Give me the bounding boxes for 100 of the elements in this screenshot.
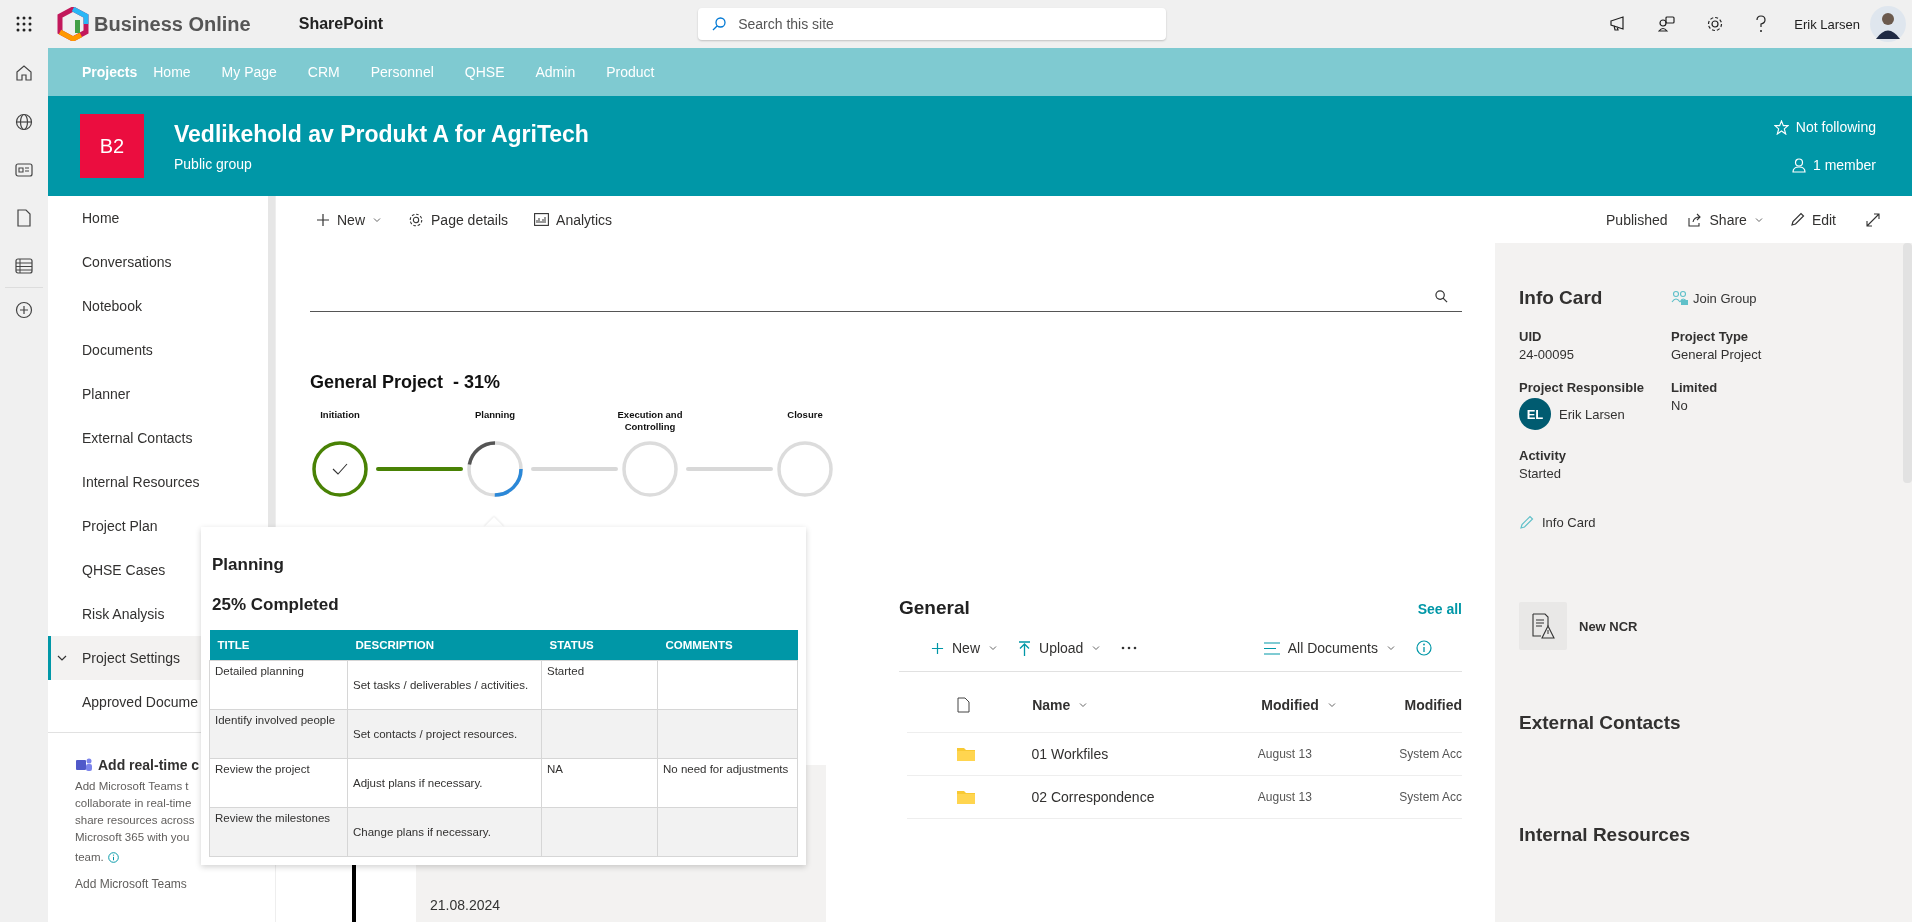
home-icon[interactable] [15,64,33,82]
share-icon [1687,212,1703,227]
nav-item[interactable]: Notebook [48,284,268,328]
step-label: Planning [473,409,517,421]
table-cell: NA [547,763,563,775]
field-value: No [1671,398,1689,413]
info-icon[interactable] [1416,640,1432,656]
avatar-icon[interactable] [1870,6,1906,42]
promo-title: Add real-time c [98,757,200,773]
members-button[interactable]: 1 member [1791,157,1876,173]
chevron-down-icon [1091,643,1102,653]
nav-item[interactable]: Planner [48,372,268,416]
chat-icon[interactable] [1658,16,1677,32]
new-button[interactable]: New [931,640,998,656]
globe-icon[interactable] [15,113,33,131]
nav-item[interactable]: External Contacts [48,416,268,460]
add-teams-link[interactable]: Add Microsoft Teams [75,877,187,891]
file-icon[interactable] [16,209,32,227]
info-icon[interactable] [107,852,119,863]
file-name[interactable]: 02 Correspondence [1015,789,1258,805]
search-field[interactable]: Search this site [698,8,1167,40]
edit-button[interactable]: Edit [1789,211,1836,228]
logo-icon [56,7,90,41]
table-cell: Set tasks / deliverables / activities. [353,679,529,691]
settings-icon[interactable] [1706,15,1725,33]
info-card-title: Info Card [1519,287,1604,309]
new-button[interactable]: New [316,211,382,228]
section-title: Internal Resources [1519,824,1692,846]
field-value: Started [1519,466,1562,481]
join-group-link[interactable]: Join Group [1671,290,1757,306]
modified-by: System Acc [1399,790,1462,804]
teams-icon [75,757,93,773]
field-label: Project Type [1671,329,1750,344]
column-header: STATUS [541,630,658,661]
column-header[interactable]: Name [1016,697,1262,713]
chevron-down-icon [1386,643,1396,653]
promo-text: team. [75,850,104,865]
news-icon[interactable] [15,162,33,178]
pencil-icon [1789,212,1805,227]
nav-item[interactable]: Conversations [48,240,268,284]
person-name: Erik Larsen [1559,406,1625,422]
timeline-date: 21.08.2024 [430,897,501,913]
see-all-link[interactable]: See all [1417,601,1462,617]
chevron-down-icon [988,643,998,653]
chart-icon [534,213,550,226]
analytics-button[interactable]: Analytics [534,211,613,228]
share-button[interactable]: Share [1687,211,1764,228]
modified-date: August 13 [1257,747,1313,761]
view-selector[interactable]: All Documents [1263,640,1396,656]
table-cell: Started [547,665,585,677]
table-cell: No need for adjustments [663,763,789,775]
file-type-icon [957,697,970,713]
scrollbar[interactable] [1903,243,1912,483]
folder-icon [957,790,975,804]
section-title: External Contacts [1519,712,1682,734]
file-name[interactable]: 01 Workfiles [1015,746,1258,762]
product-name[interactable]: SharePoint [298,15,384,33]
nav-item[interactable]: Internal Resources [48,460,268,504]
column-header: DESCRIPTION [347,630,542,661]
add-icon[interactable] [15,301,33,319]
table-cell: Identify involved people [215,714,336,726]
nav-item[interactable]: Documents [48,328,268,372]
upload-icon [1018,640,1031,656]
column-header[interactable]: Modified [1404,697,1462,713]
modified-date: August 13 [1257,790,1313,804]
person-icon [1791,157,1806,173]
brand-name[interactable]: Business Online [94,12,251,36]
plus-icon [316,212,330,227]
list-icon[interactable] [15,258,33,274]
column-header: TITLE [209,630,348,661]
step-progress-ring[interactable] [465,439,525,499]
field-label: Project Responsible [1519,380,1645,395]
more-icon[interactable] [1121,646,1138,650]
completed-step-icon[interactable] [310,439,370,499]
follow-button[interactable]: Not following [1773,119,1876,135]
pencil-icon [1519,515,1534,530]
completion-text: 25% Completed [212,595,340,615]
step-label: Initiation [319,409,361,421]
expand-icon[interactable] [1866,212,1880,227]
modified-by: System Acc [1399,747,1462,761]
star-icon [1773,119,1789,135]
app-launcher-icon [16,16,32,32]
upload-button[interactable]: Upload [1018,640,1102,656]
user-name[interactable]: Erik Larsen [1794,16,1860,32]
publish-status: Published [1606,211,1668,228]
help-icon[interactable] [1754,15,1769,33]
popup-title: Planning [212,555,285,575]
step-label: Execution and Controlling [616,409,684,433]
new-ncr-link[interactable]: New NCR [1579,618,1638,634]
nav-item[interactable]: Home [48,196,268,240]
site-logo: B2 [80,114,144,178]
plus-icon [931,641,944,655]
table-cell: Review the project [215,763,310,775]
page-details-button[interactable]: Page details [408,211,509,228]
column-header[interactable]: Modified [1261,697,1405,713]
table-cell: Change plans if necessary. [353,826,491,838]
edit-info-card-link[interactable]: Info Card [1519,515,1596,530]
group-icon [1671,290,1689,306]
report-warning-icon[interactable] [1519,602,1567,650]
person-avatar: EL [1519,398,1551,430]
